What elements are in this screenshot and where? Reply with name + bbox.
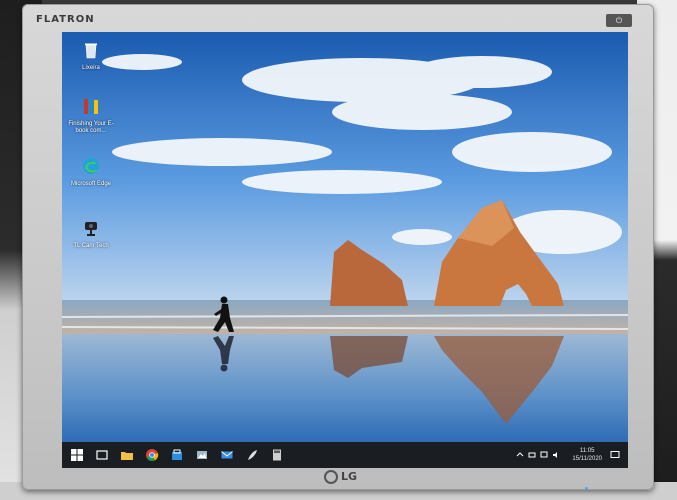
screen: Lixeira Finishing Your E-book com... Mic…: [62, 32, 628, 468]
task-view-button[interactable]: [92, 445, 112, 465]
desktop-icon-label: Finishing Your E-book com...: [68, 121, 114, 134]
desktop-icon-ebook[interactable]: Finishing Your E-book com...: [68, 96, 114, 135]
windows-start-icon: [71, 449, 83, 461]
taskbar-calculator[interactable]: [267, 445, 287, 465]
books-icon: [84, 98, 98, 114]
edge-icon: [83, 158, 99, 174]
mail-icon: [221, 451, 233, 459]
system-tray: 11:05 15/11/2020: [516, 442, 628, 468]
desktop-icon-label: Lixeira: [82, 65, 100, 71]
taskbar-store[interactable]: [167, 445, 187, 465]
clock-date: 15/11/2020: [572, 456, 602, 462]
taskbar-clock[interactable]: 11:05 15/11/2020: [572, 447, 602, 463]
photos-icon: [197, 451, 207, 459]
taskbar-file-explorer[interactable]: [117, 445, 137, 465]
wallpaper-beach-scene: [62, 32, 628, 442]
start-button[interactable]: [67, 445, 87, 465]
taskbar-feather-app[interactable]: [242, 445, 262, 465]
taskbar: 11:05 15/11/2020: [62, 442, 628, 468]
power-led-icon: [585, 487, 588, 490]
taskbar-photos[interactable]: [192, 445, 212, 465]
store-icon: [172, 449, 182, 460]
task-view-icon: [96, 450, 108, 460]
feather-icon: [248, 450, 257, 460]
chrome-icon: [146, 449, 159, 462]
recycle-bin-icon: [85, 43, 97, 59]
webcam-icon: [85, 222, 97, 236]
desktop-icon-recycle-bin[interactable]: Lixeira: [68, 40, 114, 72]
taskbar-mail[interactable]: [217, 445, 237, 465]
monitor-brand-label: FLATRON: [36, 14, 95, 25]
desktop-icon-edge[interactable]: Microsoft Edge: [68, 156, 114, 188]
desktop-icon-webcam[interactable]: TL Cam Tech: [68, 218, 114, 250]
lg-logo-text: LG: [341, 470, 358, 483]
network-icon[interactable]: [540, 451, 548, 459]
clock-time: 11:05: [579, 448, 595, 454]
notification-center-icon[interactable]: [610, 450, 620, 460]
desktop-icon-label: TL Cam Tech: [73, 243, 109, 249]
chevron-up-icon[interactable]: [516, 451, 524, 459]
lg-logo: LG: [324, 470, 357, 484]
battery-icon[interactable]: [528, 451, 536, 459]
file-explorer-icon: [121, 452, 133, 460]
desktop-icon-label: Microsoft Edge: [70, 181, 112, 187]
taskbar-chrome[interactable]: [142, 445, 162, 465]
monitor-bezel: FLATRON ⏻ LG Lixeira Finishing Your E-bo…: [22, 4, 654, 490]
monitor-power-icon[interactable]: ⏻: [606, 14, 632, 27]
volume-icon[interactable]: [552, 451, 560, 459]
calculator-icon: [273, 449, 281, 461]
lg-logo-circle-icon: [324, 470, 338, 484]
